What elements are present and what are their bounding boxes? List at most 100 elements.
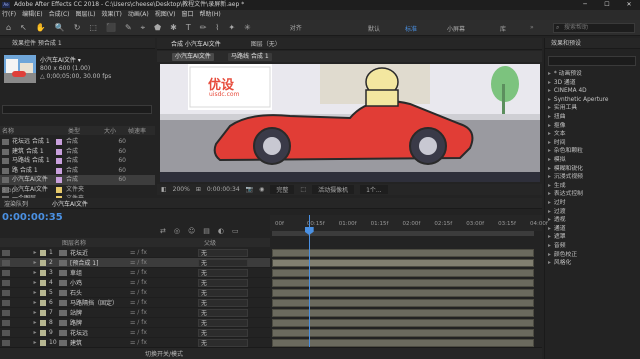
menu-help[interactable]: 帮助(H) — [200, 10, 221, 20]
layer-duration-bar[interactable] — [272, 329, 534, 337]
expand-triangle-icon[interactable]: ▸ — [30, 249, 40, 256]
parent-select[interactable]: 无 — [198, 318, 248, 327]
draft-3d-icon[interactable]: ◎ — [174, 227, 180, 235]
hand-tool-icon[interactable]: ✋ — [36, 23, 46, 32]
render-icon[interactable]: ◧ — [161, 186, 167, 193]
visibility-eye-icon[interactable] — [2, 319, 10, 326]
visibility-eye-icon[interactable] — [2, 249, 10, 256]
menu-layer[interactable]: 图层(L) — [76, 10, 96, 20]
effects-category[interactable]: 透视 — [548, 216, 566, 225]
effects-category[interactable]: 时间 — [548, 139, 566, 148]
label-color-swatch[interactable] — [40, 339, 46, 346]
camera-select[interactable]: 活动摄像机 — [312, 185, 355, 194]
parent-select[interactable]: 无 — [198, 328, 248, 337]
layer-switches[interactable]: ⚌ ∕ fx — [130, 269, 170, 276]
layer-duration-bar[interactable] — [272, 289, 534, 297]
layer-switches[interactable]: ⚌ ∕ fx — [130, 289, 170, 296]
effects-title[interactable]: 效果和预设 — [545, 38, 640, 49]
layer-name[interactable]: 站牌 — [70, 308, 130, 317]
effects-category[interactable]: 实用工具 — [548, 104, 577, 113]
effects-category[interactable]: 生成 — [548, 182, 566, 191]
layer-switches[interactable]: ⚌ ∕ fx — [130, 299, 170, 306]
toggle-switches-modes[interactable]: 切换开关/模式 — [145, 349, 183, 358]
minimize-button[interactable]: ─ — [574, 0, 596, 10]
pen-tool-icon[interactable]: ✎ — [125, 23, 132, 32]
label-color-swatch[interactable] — [40, 329, 46, 336]
parent-select[interactable]: 无 — [198, 338, 248, 347]
layer-name[interactable]: 建筑 — [70, 338, 130, 347]
maximize-button[interactable]: ☐ — [596, 0, 618, 10]
layer-switches[interactable]: ⚌ ∕ fx — [130, 309, 170, 316]
layer-duration-bar[interactable] — [272, 279, 534, 287]
menu-animation[interactable]: 动画(A) — [128, 10, 149, 20]
layer-row[interactable]: ▸ 6 马路隔挡（固定） ⚌ ∕ fx 无 — [0, 298, 270, 308]
col-type[interactable]: 类型 — [58, 126, 104, 135]
project-item[interactable]: 马路线 合成 1 合成 60 — [0, 156, 155, 166]
comp-name[interactable]: 小汽车AI文件 ▾ — [40, 57, 111, 65]
tab-layer[interactable]: 图层（无） — [251, 39, 281, 48]
menu-window[interactable]: 窗口 — [181, 10, 193, 20]
project-item[interactable]: 小汽车AI文件 文件夹 — [0, 185, 155, 195]
visibility-eye-icon[interactable] — [2, 289, 10, 296]
layer-name[interactable]: [预合成 1] — [70, 258, 130, 267]
selection-tool-icon[interactable]: ↖ — [20, 23, 27, 32]
menu-edit[interactable]: 编辑(E) — [22, 10, 42, 20]
workspace-overflow-icon[interactable]: » — [530, 24, 534, 31]
layer-row[interactable]: ▸ 5 石头 ⚌ ∕ fx 无 — [0, 288, 270, 298]
label-color-swatch[interactable] — [40, 249, 46, 256]
tab-render-queue[interactable]: 渲染队列 — [4, 199, 28, 208]
zoom-select[interactable]: 200% — [173, 186, 190, 193]
effects-category[interactable]: 杂色和颗粒 — [548, 147, 583, 156]
col-fps[interactable]: 帧速率 — [128, 126, 146, 135]
expand-triangle-icon[interactable]: ▸ — [30, 259, 40, 266]
effects-category[interactable]: * 动画预设 — [548, 70, 582, 79]
effects-category[interactable]: 通道 — [548, 225, 566, 234]
snapshot-icon[interactable]: 📷 — [246, 186, 253, 193]
eraser-tool-icon[interactable]: ✦ — [228, 23, 235, 32]
shy-icon[interactable]: ☺ — [188, 227, 195, 235]
effects-category[interactable]: CINEMA 4D — [548, 87, 587, 96]
breadcrumb-road-comp[interactable]: 马路线 合成 1 — [228, 53, 272, 61]
layer-row[interactable]: ▸ 4 小鸡 ⚌ ∕ fx 无 — [0, 278, 270, 288]
layer-name[interactable]: 花坛近 — [70, 248, 130, 257]
menu-file[interactable]: 行(F) — [2, 10, 16, 20]
close-button[interactable]: ✕ — [618, 0, 640, 10]
label-color-swatch[interactable] — [40, 269, 46, 276]
project-search-input[interactable] — [2, 105, 152, 114]
effects-category[interactable]: 沉浸式视频 — [548, 173, 583, 182]
workspace-standard[interactable]: 标准 — [405, 24, 417, 33]
effects-category[interactable]: 3D 通道 — [548, 79, 576, 88]
layer-row[interactable]: ▸ 7 站牌 ⚌ ∕ fx 无 — [0, 308, 270, 318]
parent-select[interactable]: 无 — [198, 278, 248, 287]
label-color-swatch[interactable] — [40, 259, 46, 266]
effects-category[interactable]: 扭曲 — [548, 113, 566, 122]
effects-category[interactable]: 风格化 — [548, 259, 571, 268]
home-icon[interactable]: ⌂ — [6, 23, 11, 32]
layer-row[interactable]: ▸ 9 花坛远 ⚌ ∕ fx 无 — [0, 328, 270, 338]
menu-composition[interactable]: 合成(C) — [49, 10, 70, 20]
rotate-tool-icon[interactable]: ↻ — [74, 23, 81, 32]
timeline-timecode[interactable]: 0:00:00:35 — [2, 212, 63, 223]
menu-effect[interactable]: 效果(T) — [102, 10, 122, 20]
grid-icon[interactable]: ⊞ — [196, 186, 201, 193]
layer-row[interactable]: ▸ 1 花坛近 ⚌ ∕ fx 无 — [0, 248, 270, 258]
effects-category[interactable]: 颜色校正 — [548, 251, 577, 260]
visibility-eye-icon[interactable] — [2, 269, 10, 276]
brush-tool-icon[interactable]: ✏ — [200, 23, 207, 32]
label-color-swatch[interactable] — [56, 177, 62, 183]
viewer-timecode[interactable]: 0:00:00:34 — [207, 186, 240, 193]
label-color-swatch[interactable] — [56, 186, 62, 193]
project-item[interactable]: 花坛远 合成 1 合成 60 — [0, 137, 155, 147]
label-color-swatch[interactable] — [56, 148, 62, 155]
effects-category[interactable]: 文本 — [548, 130, 566, 139]
visibility-eye-icon[interactable] — [2, 279, 10, 286]
graph-editor-icon[interactable]: ▭ — [232, 227, 239, 235]
parent-select[interactable]: 无 — [198, 308, 248, 317]
project-item[interactable]: 小汽车AI文件 合成 60 — [0, 175, 155, 185]
align-checkbox-label[interactable]: 对齐 — [290, 23, 302, 32]
roi-icon[interactable]: ⬚ — [300, 186, 306, 193]
layer-name[interactable]: 石头 — [70, 288, 130, 297]
expand-triangle-icon[interactable]: ▸ — [30, 309, 40, 316]
zoom-tool-icon[interactable]: 🔍 — [55, 23, 65, 32]
composition-viewer[interactable]: 优设 uisdc.com — [160, 64, 540, 182]
